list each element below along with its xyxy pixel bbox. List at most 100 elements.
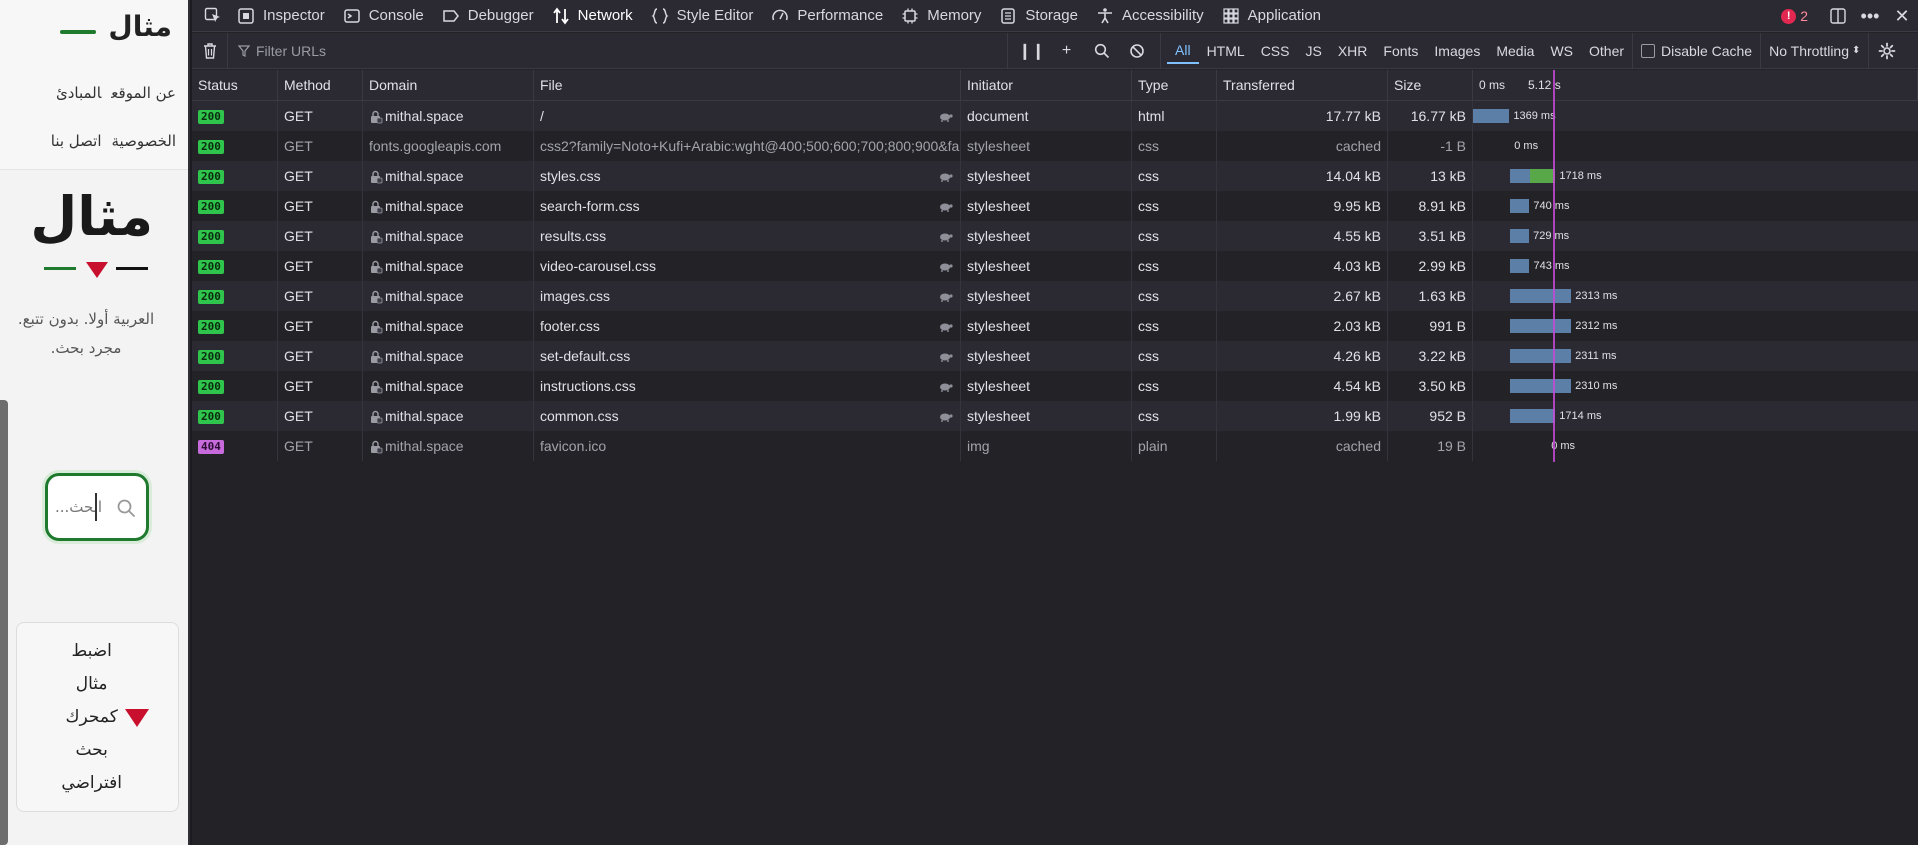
request-row[interactable]: 200 GET mithal.space images.css stylesheet cs… <box>192 281 1918 311</box>
size-text: 8.91 kB <box>1418 198 1466 214</box>
request-row[interactable]: 200 GET mithal.space footer.css stylesheet cs… <box>192 311 1918 341</box>
network-settings-button[interactable] <box>1869 33 1905 69</box>
file-text: css2?family=Noto+Kufi+Arabic:wght@400;50… <box>540 138 960 154</box>
request-row[interactable]: 200 GET mithal.space common.css stylesheet cs… <box>192 401 1918 431</box>
slow-request-icon <box>940 293 953 302</box>
error-count: 2 <box>1800 8 1808 24</box>
waterfall-cell: 0 ms <box>1473 431 1918 461</box>
type-text: css <box>1138 408 1159 424</box>
cell-file: instructions.css <box>534 371 961 401</box>
type-filter-html[interactable]: HTML <box>1199 39 1253 63</box>
site-scrollbar[interactable] <box>0 400 8 845</box>
request-row[interactable]: 200 GET mithal.space / document html 17.77 kB 1… <box>192 101 1918 131</box>
lock-icon <box>371 321 383 334</box>
waterfall-cell: 1369 ms <box>1473 101 1918 131</box>
search-requests-button[interactable] <box>1084 33 1119 69</box>
nav-link-principles[interactable]: المبادئ <box>56 84 101 102</box>
type-filter-other[interactable]: Other <box>1581 39 1632 63</box>
request-row[interactable]: 200 GET mithal.space search-form.css stylesh… <box>192 191 1918 221</box>
tab-accessibility[interactable]: Accessibility <box>1087 0 1213 32</box>
cell-size: 3.50 kB <box>1388 371 1473 401</box>
website-viewport: مثال عن الموقع المبادئ الخصوصية اتصل بنا م… <box>0 0 190 845</box>
nav-link-contact[interactable]: اتصل بنا <box>51 132 102 150</box>
filter-urls-input[interactable]: Filter URLs <box>228 32 1008 69</box>
add-request-button[interactable]: + <box>1049 33 1084 69</box>
error-icon: ! <box>1781 8 1797 24</box>
search-box[interactable] <box>45 473 149 541</box>
waterfall-cell: 740 ms <box>1473 191 1918 221</box>
waterfall-cell: 2310 ms <box>1473 371 1918 401</box>
file-text: images.css <box>540 288 611 304</box>
set-default-card[interactable]: اضبط مثال كمحرك بحث افتراضي <box>16 622 179 812</box>
column-header-wf1[interactable]: 5.12 s <box>1510 70 1918 101</box>
request-row[interactable]: 200 GET fonts.googleapis.com css2?family=No… <box>192 131 1918 161</box>
requests-table-header: Status Method Domain File Initiator Type Trans… <box>192 70 1918 101</box>
tab-performance[interactable]: Performance <box>762 0 892 32</box>
column-header-domain[interactable]: Domain <box>363 70 534 101</box>
column-header-initiator[interactable]: Initiator <box>961 70 1132 101</box>
type-filter-xhr[interactable]: XHR <box>1330 39 1376 63</box>
column-header-wf0[interactable]: 0 ms <box>1473 70 1510 101</box>
search-icon[interactable] <box>116 498 136 518</box>
devtools-tabs: Inspector Console Debugger Network Style Edi… <box>228 0 1330 32</box>
cell-domain: mithal.space <box>363 431 534 461</box>
type-filter-fonts[interactable]: Fonts <box>1375 39 1426 63</box>
type-filter-css[interactable]: CSS <box>1253 39 1298 63</box>
tab-label: Memory <box>927 7 982 24</box>
column-header-status[interactable]: Status <box>192 70 278 101</box>
cell-file: favicon.ico <box>534 431 961 461</box>
cell-type: css <box>1132 281 1217 311</box>
type-filter-ws[interactable]: WS <box>1542 39 1581 63</box>
column-header-type[interactable]: Type <box>1132 70 1217 101</box>
nav-link-about[interactable]: عن الموقع <box>111 84 176 102</box>
type-filter-images[interactable]: Images <box>1426 39 1488 63</box>
element-picker-button[interactable] <box>198 0 228 32</box>
clear-requests-button[interactable] <box>192 32 228 69</box>
request-row[interactable]: 200 GET mithal.space results.css stylesheet c… <box>192 221 1918 251</box>
text-caret <box>95 493 97 521</box>
type-filter-js[interactable]: JS <box>1297 39 1329 63</box>
dock-toggle-button[interactable] <box>1822 0 1854 32</box>
tab-storage[interactable]: Storage <box>990 0 1087 32</box>
column-header-size[interactable]: Size <box>1388 70 1473 101</box>
plus-icon: + <box>1061 41 1072 59</box>
request-row[interactable]: 200 GET mithal.space video-carousel.css styl… <box>192 251 1918 281</box>
cell-size: 8.91 kB <box>1388 191 1473 221</box>
tab-application[interactable]: Application <box>1213 0 1330 32</box>
tab-debugger[interactable]: Debugger <box>433 0 543 32</box>
error-counter[interactable]: ! 2 <box>1781 8 1808 24</box>
tab-network[interactable]: Network <box>543 0 642 32</box>
transferred-text: 1.99 kB <box>1333 408 1381 424</box>
request-row[interactable]: 200 GET mithal.space styles.css stylesheet cs… <box>192 161 1918 191</box>
disable-cache-checkbox[interactable]: Disable Cache <box>1633 32 1762 69</box>
size-text: -1 B <box>1440 138 1466 154</box>
devtools-tab-bar: Inspector Console Debugger Network Style Edi… <box>192 0 1918 32</box>
nav-link-privacy[interactable]: الخصوصية <box>112 132 176 150</box>
type-text: css <box>1138 168 1159 184</box>
column-header-method[interactable]: Method <box>278 70 363 101</box>
column-header-transferred[interactable]: Transferred <box>1217 70 1388 101</box>
block-requests-button[interactable] <box>1119 33 1154 69</box>
status-badge: 200 <box>198 380 224 395</box>
tab-memory[interactable]: Memory <box>892 0 990 32</box>
request-row[interactable]: 404 GET mithal.space favicon.ico img plain cac… <box>192 431 1918 461</box>
throttling-select[interactable]: No Throttling ⬍ <box>1761 32 1870 69</box>
close-devtools-button[interactable]: ✕ <box>1886 0 1918 32</box>
request-row[interactable]: 200 GET mithal.space instructions.css styles… <box>192 371 1918 401</box>
requests-empty-area <box>192 461 1918 845</box>
type-filter-media[interactable]: Media <box>1488 39 1542 63</box>
tab-inspector[interactable]: Inspector <box>228 0 334 32</box>
cell-transferred: cached <box>1217 431 1388 461</box>
cell-status: 200 <box>192 131 278 161</box>
domain-text: mithal.space <box>385 108 464 124</box>
request-row[interactable]: 200 GET mithal.space set-default.css stylesh… <box>192 341 1918 371</box>
tab-console[interactable]: Console <box>334 0 433 32</box>
column-header-file[interactable]: File <box>534 70 961 101</box>
more-options-button[interactable]: ••• <box>1854 0 1886 32</box>
pause-button[interactable]: ❙❙ <box>1014 33 1049 69</box>
tab-style-editor[interactable]: Style Editor <box>642 0 763 32</box>
type-filter-all[interactable]: All <box>1167 38 1199 64</box>
timing-bar <box>1509 379 1572 393</box>
site-logo[interactable]: مثال <box>108 10 172 43</box>
devtools-panel: Inspector Console Debugger Network Style Edi… <box>192 0 1918 845</box>
